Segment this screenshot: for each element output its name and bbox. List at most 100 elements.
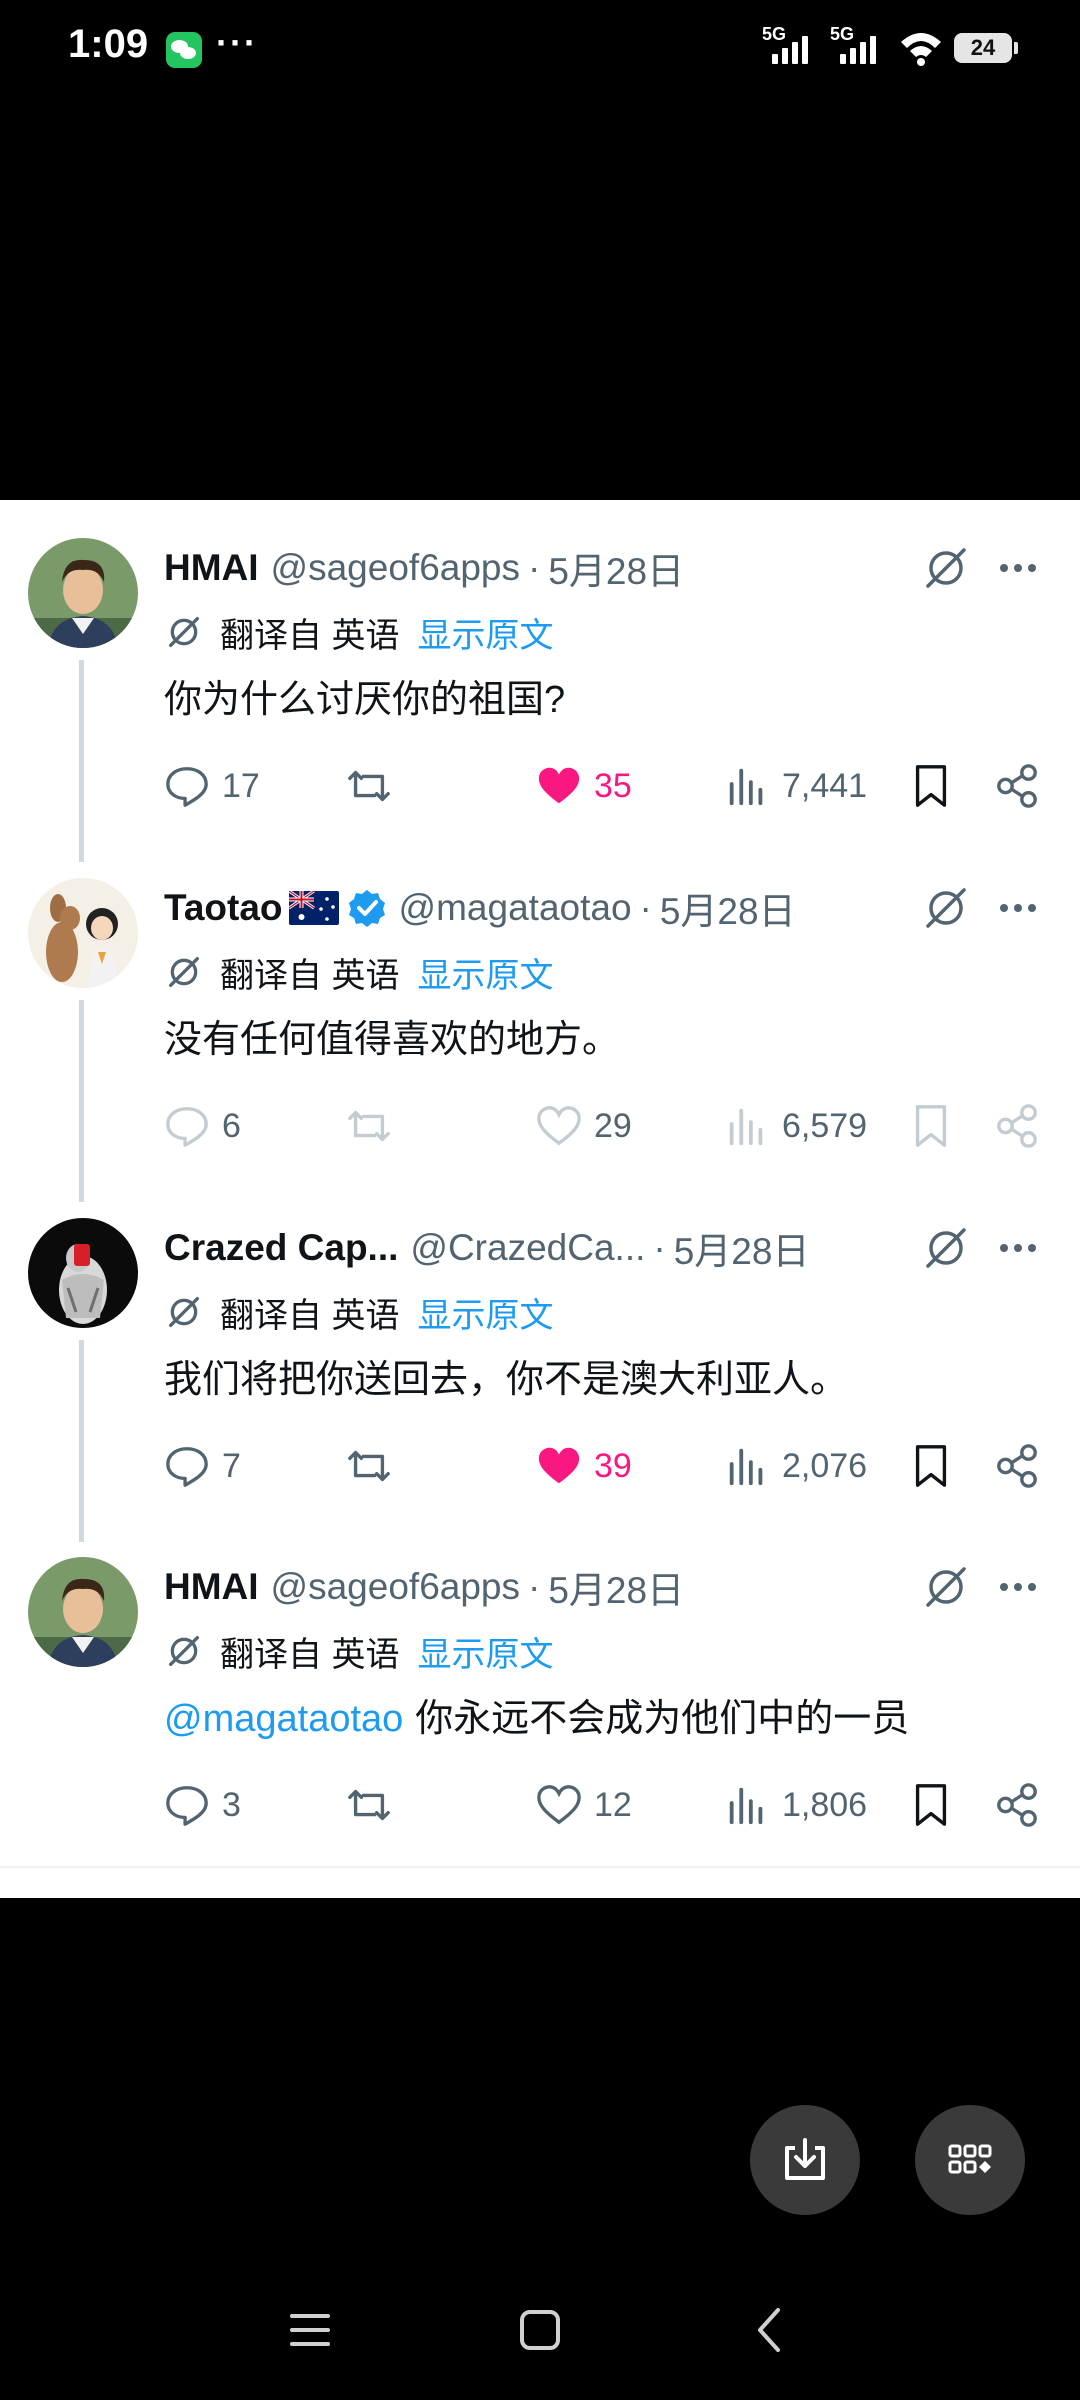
share-button[interactable] (994, 1775, 1040, 1835)
like-button[interactable]: 39 (536, 1436, 632, 1496)
user-handle[interactable]: @sageof6apps (271, 1566, 520, 1608)
like-button[interactable]: 35 (536, 756, 632, 816)
grok-icon[interactable] (922, 1224, 970, 1272)
tweet-item[interactable]: Taotao @magataotao · 5月28日 翻译自 英语 显示原文 没… (0, 840, 1080, 1202)
reply-icon (166, 767, 208, 807)
grok-icon[interactable] (922, 884, 970, 932)
separator-dot: · (528, 1566, 541, 1607)
tweet-item[interactable]: Crazed Cap... @CrazedCa... · 5月28日 翻译自 英… (0, 1180, 1080, 1542)
translation-row: 翻译自 英语 显示原文 (164, 608, 553, 657)
battery-indicator: 24 (954, 33, 1018, 63)
reply-count: 6 (222, 1106, 241, 1145)
tweet-date[interactable]: 5月28日 (674, 1221, 810, 1275)
user-handle[interactable]: @sageof6apps (271, 547, 520, 589)
bookmark-icon (915, 1445, 947, 1487)
reply-icon (166, 1786, 208, 1826)
retweet-button[interactable] (346, 1775, 392, 1835)
grok-icon[interactable] (922, 544, 970, 592)
bookmark-button[interactable] (908, 1775, 954, 1835)
retweet-icon (348, 770, 390, 802)
avatar[interactable] (28, 1557, 138, 1667)
translate-icon (169, 1297, 199, 1327)
user-handle[interactable]: @CrazedCa... (410, 1227, 645, 1269)
home-icon[interactable] (510, 2300, 570, 2360)
like-count: 35 (594, 766, 632, 805)
translated-from-label: 翻译自 英语 (220, 956, 400, 995)
tweet-text: 没有任何值得喜欢的地方。 (164, 1019, 621, 1061)
more-options-icon[interactable] (994, 1563, 1042, 1611)
heart-outline-icon (537, 1785, 581, 1825)
back-icon[interactable] (740, 2300, 800, 2360)
tweet-thread-card: HMAI @sageof6apps · 5月28日 翻译自 英语 显示原文 你为… (0, 500, 1080, 1898)
view-count: 2,076 (782, 1446, 868, 1485)
share-button[interactable] (994, 1096, 1040, 1156)
recent-apps-icon[interactable] (280, 2300, 340, 2360)
bookmark-button[interactable] (908, 756, 954, 816)
views-button[interactable]: 6,579 (724, 1096, 867, 1156)
view-count: 6,579 (782, 1106, 868, 1145)
avatar[interactable] (28, 878, 138, 988)
show-original-link[interactable]: 显示原文 (417, 948, 553, 997)
heart-filled-icon (538, 1447, 580, 1484)
retweet-button[interactable] (346, 1096, 392, 1156)
grok-icon[interactable] (922, 1563, 970, 1611)
like-button[interactable]: 29 (536, 1096, 632, 1156)
reply-button[interactable]: 3 (164, 1775, 241, 1835)
avatar[interactable] (28, 538, 138, 648)
bookmark-icon (915, 765, 947, 807)
tweet-item[interactable]: HMAI @sageof6apps · 5月28日 翻译自 英语 显示原文 你为… (0, 500, 1080, 862)
share-button[interactable] (994, 1436, 1040, 1496)
like-count: 29 (594, 1106, 632, 1145)
translation-row: 翻译自 英语 显示原文 (164, 948, 553, 997)
heart-filled-icon (538, 767, 580, 804)
bookmark-button[interactable] (908, 1436, 954, 1496)
reply-button[interactable]: 17 (164, 756, 260, 816)
show-original-link[interactable]: 显示原文 (417, 1288, 553, 1337)
download-icon (785, 2138, 825, 2180)
user-handle[interactable]: @magataotao (399, 887, 632, 929)
views-button[interactable]: 7,441 (724, 756, 867, 816)
more-options-icon[interactable] (994, 884, 1042, 932)
download-button[interactable] (750, 2105, 860, 2215)
tweet-date[interactable]: 5月28日 (660, 881, 796, 935)
display-name[interactable]: Crazed Cap... (164, 1227, 398, 1269)
bookmark-button[interactable] (908, 1096, 954, 1156)
show-original-link[interactable]: 显示原文 (417, 608, 553, 657)
bookmark-icon (915, 1105, 947, 1147)
reply-button[interactable]: 7 (164, 1436, 241, 1496)
wifi-icon (901, 33, 941, 66)
retweet-icon (348, 1110, 390, 1142)
reply-icon (166, 1447, 208, 1487)
more-options-icon[interactable] (994, 1224, 1042, 1272)
translate-icon (169, 957, 199, 987)
more-options-icon[interactable] (994, 544, 1042, 592)
like-count: 39 (594, 1446, 632, 1485)
separator-dot: · (639, 887, 652, 928)
separator-dot: · (653, 1227, 666, 1268)
share-button[interactable] (994, 756, 1040, 816)
display-name[interactable]: HMAI (164, 547, 259, 589)
translation-row: 翻译自 英语 显示原文 (164, 1288, 553, 1337)
like-button[interactable]: 12 (536, 1775, 632, 1835)
tweet-date[interactable]: 5月28日 (548, 1560, 684, 1614)
retweet-button[interactable] (346, 1436, 392, 1496)
retweet-icon (348, 1450, 390, 1482)
bookmark-icon (915, 1784, 947, 1826)
reply-button[interactable]: 6 (164, 1096, 241, 1156)
views-button[interactable]: 2,076 (724, 1436, 867, 1496)
avatar[interactable] (28, 1218, 138, 1328)
retweet-button[interactable] (346, 756, 392, 816)
view-count: 7,441 (782, 766, 868, 805)
share-icon (997, 1444, 1037, 1488)
status-bar: 1:09 ··· 5G 5G 24 (0, 0, 1080, 100)
mention-link[interactable]: @magataotao (164, 1698, 403, 1740)
display-name[interactable]: Taotao (164, 887, 283, 929)
show-original-link[interactable]: 显示原文 (417, 1627, 553, 1676)
verified-badge-icon[interactable] (347, 888, 387, 928)
status-time: 1:09 (68, 22, 149, 66)
tweet-date[interactable]: 5月28日 (548, 541, 684, 595)
views-button[interactable]: 1,806 (724, 1775, 867, 1835)
display-name[interactable]: HMAI (164, 1566, 259, 1608)
tweet-item[interactable]: HMAI @sageof6apps · 5月28日 翻译自 英语 显示原文 @m… (0, 1519, 1080, 1859)
apps-grid-button[interactable] (915, 2105, 1025, 2215)
